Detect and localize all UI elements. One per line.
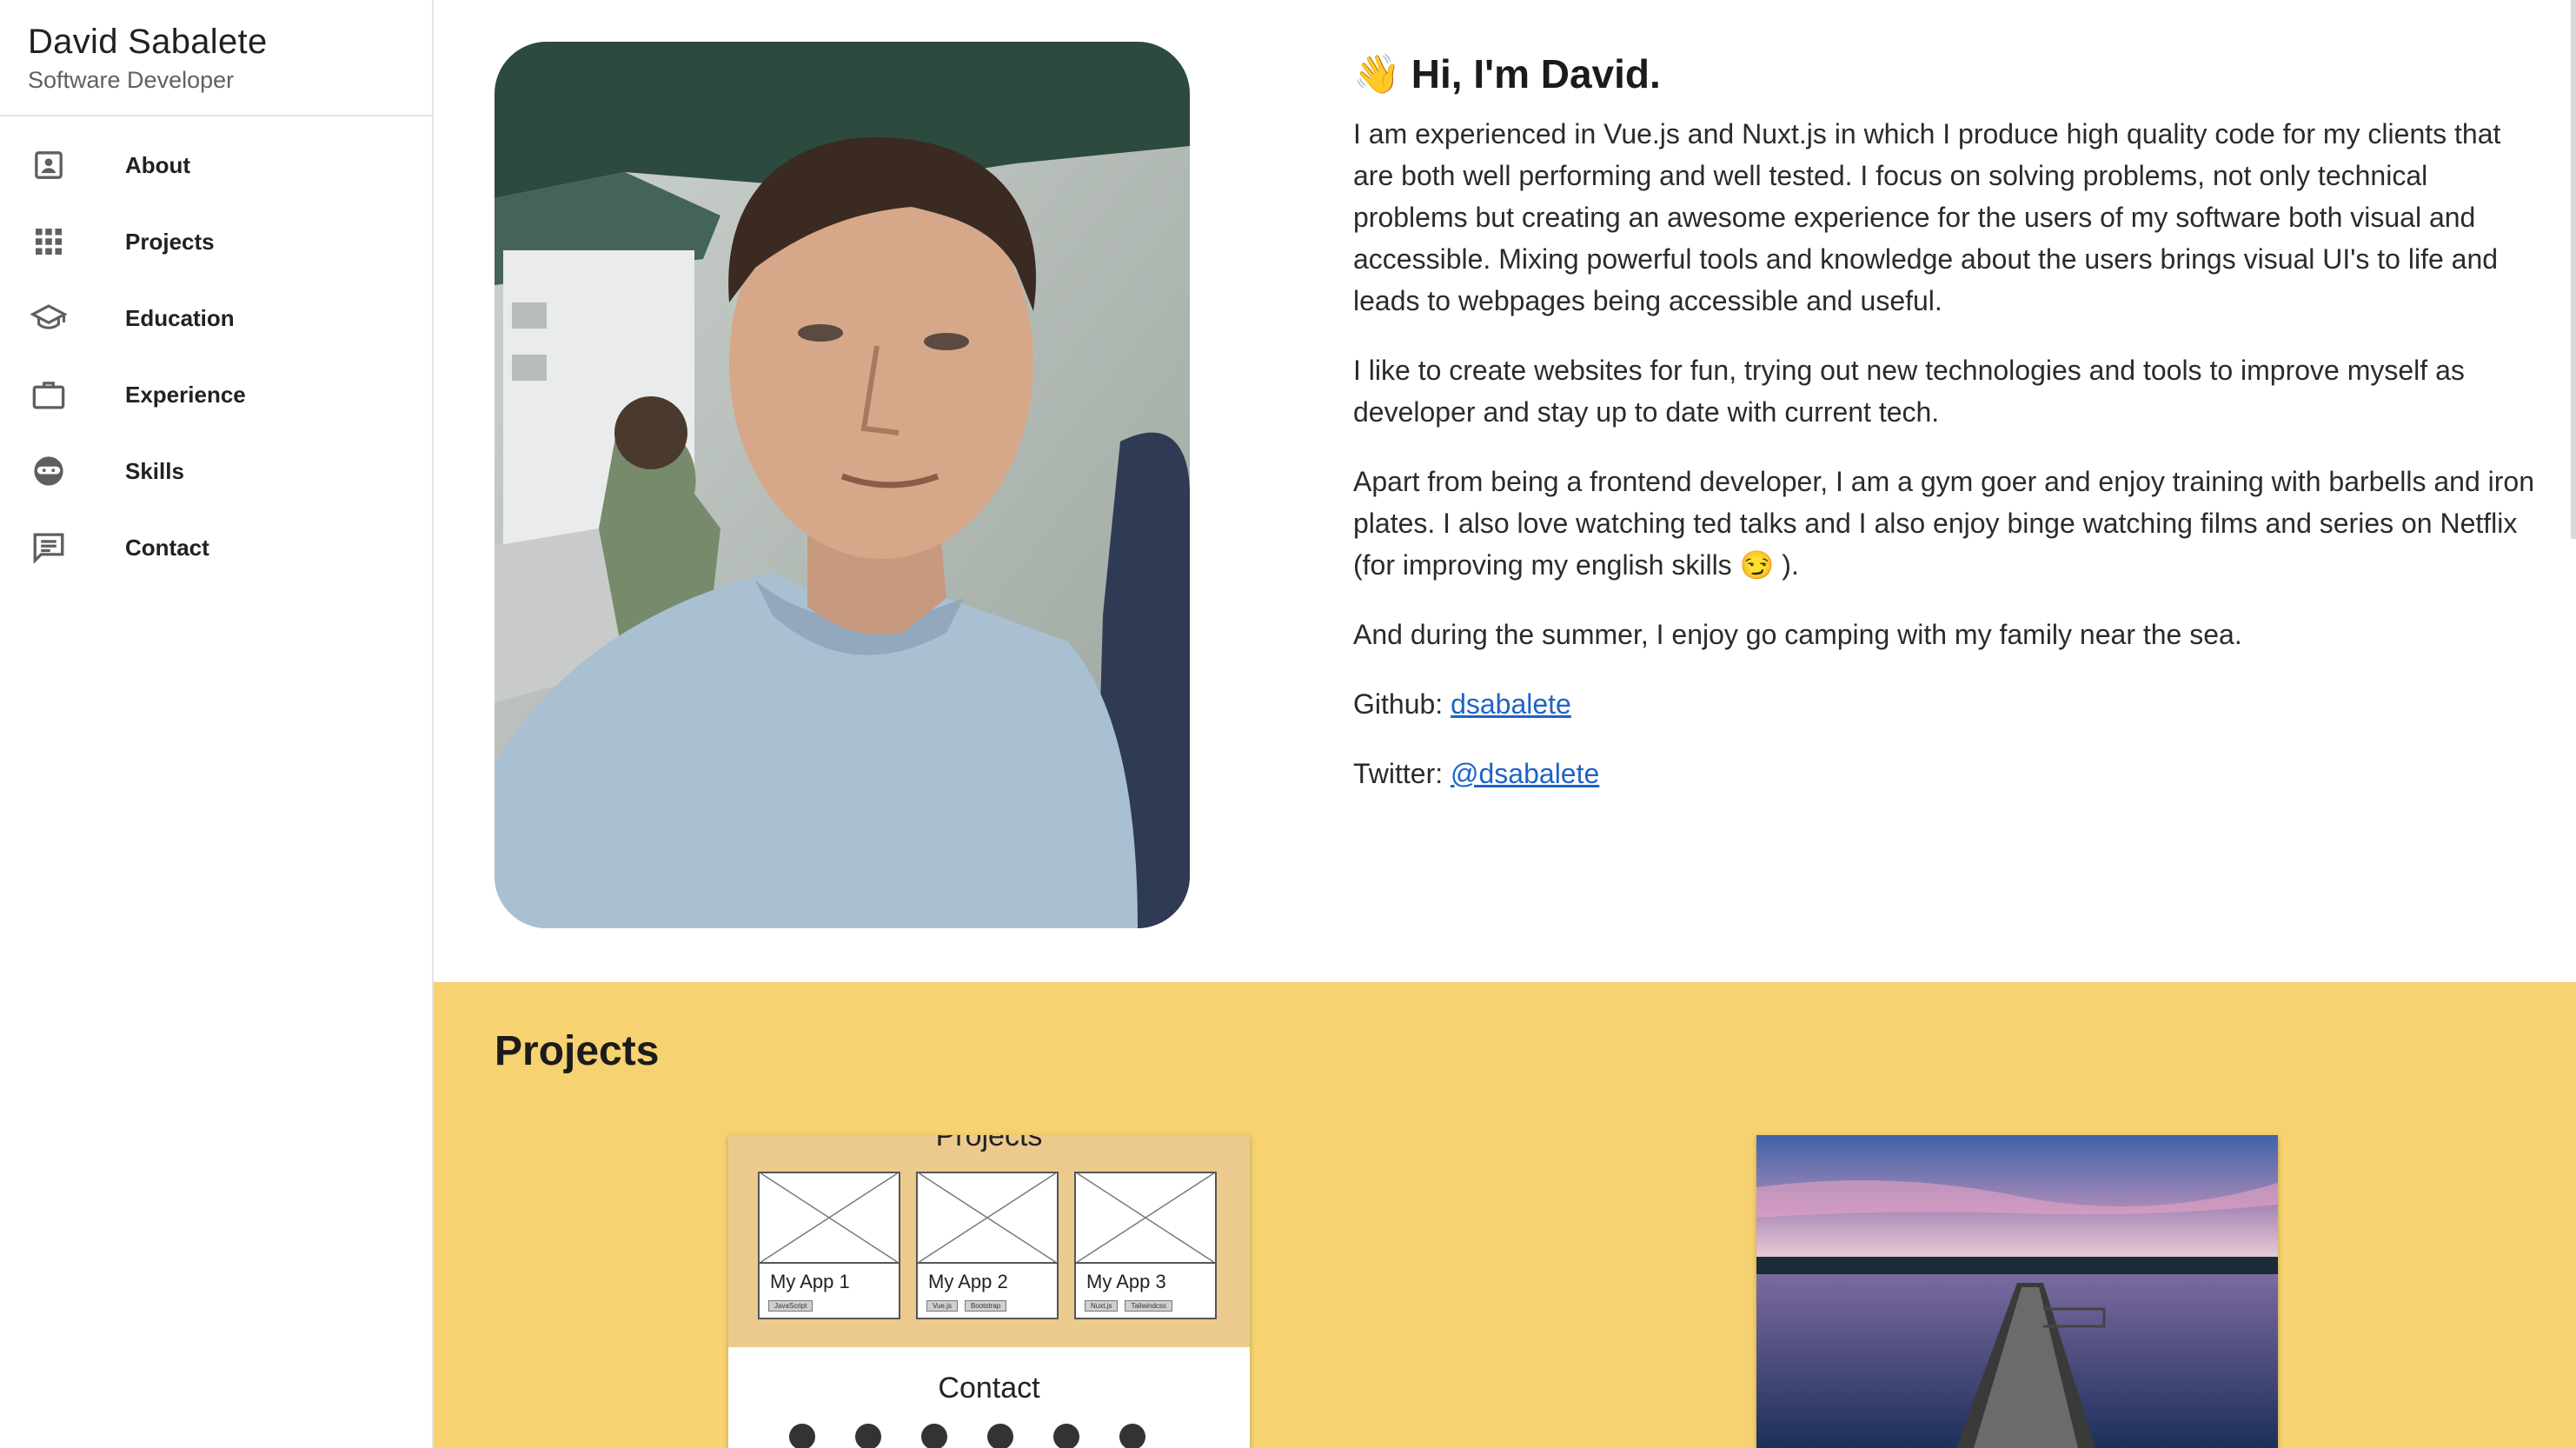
preview-tag: Bootstrap xyxy=(964,1300,1007,1312)
sidebar-nav: About Projects Education Experience Skil… xyxy=(0,116,432,586)
preview-app-card: My App 3 Nuxt.js Tailwindcss xyxy=(1074,1172,1217,1319)
sidebar-item-education[interactable]: Education xyxy=(0,280,432,356)
main-content: 👋 Hi, I'm David. I am experienced in Vue… xyxy=(434,0,2576,1448)
social-icon xyxy=(921,1424,947,1448)
about-section: 👋 Hi, I'm David. I am experienced in Vue… xyxy=(434,0,2576,982)
page-scrollbar[interactable] xyxy=(2571,0,2576,539)
preview-tag: Tailwindcss xyxy=(1125,1300,1172,1312)
project-card-portfolio[interactable]: Projects My App 1 JavaScript My App 2 Vu… xyxy=(728,1135,1250,1448)
about-greeting: 👋 Hi, I'm David. xyxy=(1353,45,2535,103)
preview-tag: Vue.js xyxy=(926,1300,958,1312)
sidebar-item-contact[interactable]: Contact xyxy=(0,509,432,586)
projects-title: Projects xyxy=(495,1028,660,1074)
sidebar-item-label: About xyxy=(125,151,191,178)
school-icon xyxy=(30,299,68,337)
preview-tag: JavaScript xyxy=(768,1300,813,1312)
sidebar-item-label: Contact xyxy=(125,534,209,561)
about-paragraph: I like to create websites for fun, tryin… xyxy=(1353,355,2465,428)
preview-social-icons xyxy=(789,1424,1145,1448)
project-image-lake-dock xyxy=(1756,1135,2278,1448)
greeting-text: Hi, I'm David. xyxy=(1411,51,1661,96)
account-box-icon xyxy=(30,146,68,184)
waving-hand-icon: 👋 xyxy=(1353,53,1401,96)
github-label: Github: xyxy=(1353,688,1444,720)
sidebar-item-experience[interactable]: Experience xyxy=(0,356,432,433)
preview-contact-heading: Contact xyxy=(938,1372,1040,1405)
site-owner-role: Software Developer xyxy=(28,67,235,93)
preview-app-tags: Vue.js Bootstrap xyxy=(926,1300,1007,1312)
project-card-preview: Projects My App 1 JavaScript My App 2 Vu… xyxy=(728,1135,1250,1347)
social-icon xyxy=(1119,1424,1145,1448)
sidebar-item-label: Education xyxy=(125,304,235,331)
site-owner-name: David Sabalete xyxy=(28,23,268,61)
sidebar-item-about[interactable]: About xyxy=(0,127,432,203)
twitter-label: Twitter: xyxy=(1353,758,1444,789)
preview-app-tags: Nuxt.js Tailwindcss xyxy=(1085,1300,1172,1312)
preview-app-title: My App 1 xyxy=(770,1271,850,1292)
project-card-lake[interactable] xyxy=(1756,1135,2278,1448)
preview-app-card: My App 2 Vue.js Bootstrap xyxy=(916,1172,1059,1319)
preview-tag: Nuxt.js xyxy=(1085,1300,1119,1312)
social-icon xyxy=(987,1424,1013,1448)
twitter-link[interactable]: @dsabalete xyxy=(1451,758,1599,789)
preview-app-card: My App 1 JavaScript xyxy=(758,1172,900,1319)
about-text: 👋 Hi, I'm David. I am experienced in Vue… xyxy=(1353,45,2535,794)
preview-app-title: My App 3 xyxy=(1086,1271,1166,1292)
sidebar-item-skills[interactable]: Skills xyxy=(0,433,432,509)
placeholder-image-icon xyxy=(760,1173,899,1264)
apps-grid-icon xyxy=(30,223,68,261)
social-icon xyxy=(789,1424,815,1448)
sidebar-item-label: Experience xyxy=(125,381,246,408)
about-paragraph: I am experienced in Vue.js and Nuxt.js i… xyxy=(1353,118,2501,316)
sidebar-item-label: Skills xyxy=(125,457,184,484)
briefcase-icon xyxy=(30,375,68,414)
preview-app-tags: JavaScript xyxy=(768,1300,813,1312)
sidebar-item-label: Projects xyxy=(125,228,215,255)
sidebar-item-projects[interactable]: Projects xyxy=(0,203,432,280)
preview-app-title: My App 2 xyxy=(928,1271,1008,1292)
social-icon xyxy=(855,1424,881,1448)
about-paragraph: And during the summer, I enjoy go campin… xyxy=(1353,619,2242,650)
sidebar: David Sabalete Software Developer About … xyxy=(0,0,434,1448)
github-link[interactable]: dsabalete xyxy=(1451,688,1571,720)
placeholder-image-icon xyxy=(1076,1173,1215,1264)
github-line: Github: dsabalete xyxy=(1353,683,2535,725)
profile-photo xyxy=(495,42,1190,928)
message-icon xyxy=(30,528,68,567)
social-icon xyxy=(1053,1424,1079,1448)
about-paragraph: Apart from being a frontend developer, I… xyxy=(1353,466,2535,581)
placeholder-image-icon xyxy=(918,1173,1057,1264)
twitter-line: Twitter: @dsabalete xyxy=(1353,753,2535,794)
preview-heading: Projects xyxy=(935,1135,1043,1152)
ninja-icon xyxy=(30,452,68,490)
sidebar-header: David Sabalete Software Developer xyxy=(0,0,432,116)
projects-section: Projects Projects My App 1 JavaScript My… xyxy=(434,982,2576,1448)
